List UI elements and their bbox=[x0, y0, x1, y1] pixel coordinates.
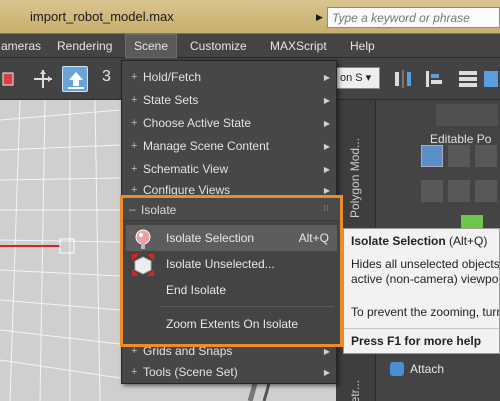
attach-icon bbox=[390, 362, 404, 376]
expand-icon: + bbox=[131, 71, 138, 83]
attach-button[interactable]: Attach bbox=[410, 362, 444, 376]
border-button[interactable] bbox=[475, 180, 497, 202]
end-isolate-item[interactable]: End Isolate bbox=[126, 277, 337, 303]
polygon-modeling-tab[interactable]: Polygon Mod... bbox=[348, 108, 362, 218]
tooltip-note: To prevent the zooming, turn bbox=[351, 305, 500, 319]
menu-rendering[interactable]: Rendering bbox=[50, 34, 119, 58]
show-end-result-button[interactable] bbox=[475, 145, 497, 167]
tooltip-description: Hides all unselected objects f active (n… bbox=[351, 257, 500, 286]
menu-maxscript[interactable]: MAXScript bbox=[263, 34, 334, 58]
color-swatch[interactable] bbox=[461, 215, 483, 229]
menu-separator bbox=[159, 306, 334, 307]
editable-poly-label: Editable Po bbox=[430, 132, 492, 146]
lightbulb-icon bbox=[135, 229, 151, 249]
isolate-cube-icon bbox=[132, 254, 154, 276]
mirror-icon[interactable] bbox=[390, 66, 416, 92]
selection-set-dropdown[interactable]: on S ▾ bbox=[336, 67, 380, 89]
isolate-header[interactable]: – Isolate ⁝⁝ bbox=[123, 198, 340, 221]
tooltip: Isolate Selection (Alt+Q) Hides all unse… bbox=[343, 228, 500, 354]
search-expand-icon[interactable]: ▶ bbox=[316, 10, 326, 24]
submenu-arrow-icon: ▶ bbox=[323, 73, 330, 82]
menu-item-choose-active-state[interactable]: + Choose Active State ▶ bbox=[122, 112, 336, 135]
search-input[interactable] bbox=[328, 8, 499, 27]
submenu-arrow-icon: ▶ bbox=[323, 96, 330, 105]
vertex-button[interactable] bbox=[421, 180, 443, 202]
title-bar: import_robot_model.max ▶ bbox=[0, 0, 500, 34]
collapse-icon: – bbox=[129, 202, 136, 216]
grip-icon[interactable]: ⁝⁝ bbox=[323, 203, 332, 213]
menu-help[interactable]: Help bbox=[343, 34, 382, 58]
align-icon[interactable] bbox=[420, 66, 446, 92]
isolate-selection-item[interactable]: Isolate Selection Alt+Q bbox=[126, 225, 337, 251]
menu-item-hold-fetch[interactable]: + Hold/Fetch ▶ bbox=[122, 66, 336, 89]
move-gizmo-icon[interactable] bbox=[30, 66, 56, 92]
submenu-arrow-icon: ▶ bbox=[323, 142, 330, 151]
expand-icon: + bbox=[131, 117, 138, 129]
zoom-extents-on-isolate-item[interactable]: Zoom Extents On Isolate bbox=[126, 311, 337, 337]
pin-stack-button[interactable] bbox=[448, 145, 470, 167]
submenu-arrow-icon: ▶ bbox=[323, 368, 330, 377]
window-title: import_robot_model.max bbox=[30, 9, 174, 24]
expand-icon: + bbox=[131, 140, 138, 152]
edge-button[interactable] bbox=[448, 180, 470, 202]
scene-explorer-icon[interactable] bbox=[482, 66, 500, 92]
geometry-tab[interactable]: ometr... bbox=[348, 360, 362, 401]
menu-cameras[interactable]: ameras bbox=[0, 34, 48, 58]
search-box[interactable] bbox=[327, 7, 500, 28]
toolbar-link-icon[interactable] bbox=[0, 66, 18, 92]
expand-icon: + bbox=[131, 366, 138, 378]
menu-item-schematic-view[interactable]: + Schematic View ▶ bbox=[122, 158, 336, 181]
modifier-button[interactable] bbox=[421, 145, 443, 167]
snap-number: 3 bbox=[102, 68, 111, 85]
panel-tab-row bbox=[436, 104, 498, 126]
submenu-arrow-icon: ▶ bbox=[323, 165, 330, 174]
isolate-section: – Isolate ⁝⁝ Isolate Selection Alt+Q Iso… bbox=[120, 195, 343, 347]
menu-customize[interactable]: Customize bbox=[183, 34, 254, 58]
menu-item-tools-scene-set[interactable]: + Tools (Scene Set) ▶ bbox=[122, 361, 336, 384]
isolate-unselected-item[interactable]: Isolate Unselected... bbox=[126, 251, 337, 277]
menu-item-state-sets[interactable]: + State Sets ▶ bbox=[122, 89, 336, 112]
select-tool-icon[interactable] bbox=[62, 66, 88, 92]
tooltip-title: Isolate Selection (Alt+Q) bbox=[351, 234, 488, 248]
tooltip-help: Press F1 for more help bbox=[344, 328, 499, 353]
menu-item-manage-scene-content[interactable]: + Manage Scene Content ▶ bbox=[122, 135, 336, 158]
menu-scene[interactable]: Scene bbox=[125, 34, 177, 58]
menu-bar: ameras Rendering Scene Customize MAXScri… bbox=[0, 34, 500, 58]
expand-icon: + bbox=[131, 94, 138, 106]
layer-icon[interactable] bbox=[455, 66, 481, 92]
submenu-arrow-icon: ▶ bbox=[323, 119, 330, 128]
expand-icon: + bbox=[131, 163, 138, 175]
